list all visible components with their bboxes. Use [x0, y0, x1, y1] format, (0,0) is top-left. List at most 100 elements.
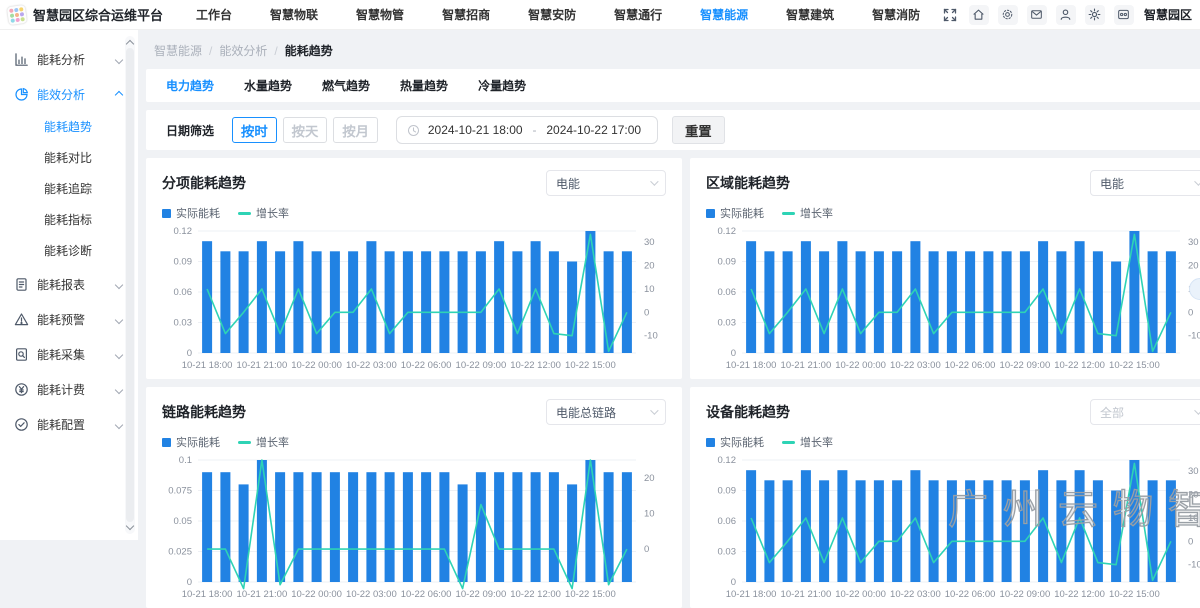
- legend-item-bar[interactable]: 实际能耗: [706, 434, 764, 450]
- nav-item-9[interactable]: 智慧消防: [853, 6, 939, 23]
- tab-4[interactable]: 热量趋势: [400, 77, 448, 94]
- chart-select[interactable]: 全部: [1090, 399, 1200, 425]
- tab-1[interactable]: 电力趋势: [166, 77, 214, 94]
- svg-text:20: 20: [644, 261, 655, 272]
- fullscreen-icon[interactable]: [940, 5, 960, 25]
- tab-5[interactable]: 冷量趋势: [478, 77, 526, 94]
- trend-type-tabs: 电力趋势 水量趋势 燃气趋势 热量趋势 冷量趋势: [146, 69, 1200, 102]
- tab-2[interactable]: 水量趋势: [244, 77, 292, 94]
- svg-text:10-22 09:00: 10-22 09:00: [1000, 360, 1051, 371]
- chart-select[interactable]: 电能: [1090, 170, 1200, 196]
- date-filter-bar: 日期筛选 按时按天按月 2024-10-21 18:00 - 2024-10-2…: [146, 110, 1200, 150]
- chart-select[interactable]: 电能: [546, 170, 666, 196]
- sidebar-group-4[interactable]: 能耗预警: [0, 302, 138, 337]
- legend-item-line[interactable]: 增长率: [238, 205, 289, 221]
- app-logo-icon: [7, 4, 27, 24]
- sidebar-item-3[interactable]: 能耗追踪: [0, 174, 138, 205]
- chart-select-value: 全部: [1100, 404, 1124, 421]
- home-icon[interactable]: [969, 5, 989, 25]
- svg-text:10: 10: [1188, 513, 1199, 524]
- sidebar-group-label: 能耗分析: [37, 51, 85, 68]
- scroll-up-icon[interactable]: [126, 40, 134, 48]
- mail-icon[interactable]: [1027, 5, 1047, 25]
- svg-text:0.12: 0.12: [718, 226, 737, 237]
- breadcrumb-item-2[interactable]: 能效分析: [219, 44, 267, 58]
- legend-line-label: 增长率: [256, 205, 289, 221]
- scroll-down-icon[interactable]: [126, 522, 134, 530]
- chart-title: 设备能耗趋势: [706, 402, 790, 422]
- sidebar-group-5[interactable]: 能耗采集: [0, 337, 138, 372]
- legend-item-bar[interactable]: 实际能耗: [706, 205, 764, 221]
- svg-text:0.03: 0.03: [174, 318, 193, 329]
- nav-item-3[interactable]: 智慧物管: [337, 6, 423, 23]
- monitor-icon[interactable]: [1114, 5, 1134, 25]
- chart-select[interactable]: 电能总链路: [546, 399, 666, 425]
- chart-canvas: 00.030.060.090.123020100-1010-21 18:0010…: [706, 454, 1200, 604]
- sidebar-item-4[interactable]: 能耗指标: [0, 205, 138, 236]
- svg-text:10: 10: [644, 508, 655, 519]
- topbar-actions: [940, 5, 1134, 25]
- date-start-value[interactable]: 2024-10-21 18:00: [422, 123, 529, 137]
- breadcrumb-item-3: 能耗趋势: [285, 44, 333, 58]
- sidebar-scrollbar[interactable]: [125, 36, 135, 534]
- scrollbar-thumb[interactable]: [126, 48, 134, 522]
- date-range-input[interactable]: 2024-10-21 18:00 - 2024-10-22 17:00: [396, 116, 658, 144]
- chevron-down-icon: [115, 385, 123, 393]
- svg-text:0: 0: [731, 348, 736, 359]
- nav-item-6[interactable]: 智慧通行: [595, 6, 681, 23]
- nav-item-1[interactable]: 工作台: [177, 6, 251, 23]
- svg-text:0.06: 0.06: [718, 287, 737, 298]
- reset-button[interactable]: 重置: [672, 116, 725, 144]
- legend-item-bar[interactable]: 实际能耗: [162, 434, 220, 450]
- legend-line-marker: [238, 212, 251, 215]
- main-content: 智慧能源/能效分析/能耗趋势 电力趋势水量趋势燃气趋势热量趋势冷量趋势 日期筛选…: [138, 30, 1200, 540]
- chevron-down-icon: [115, 55, 123, 63]
- sidebar-group-label: 能效分析: [37, 86, 85, 103]
- legend-bar-marker: [706, 209, 715, 218]
- svg-text:0.03: 0.03: [718, 547, 737, 558]
- nav-item-4[interactable]: 智慧招商: [423, 6, 509, 23]
- mode-button-3[interactable]: 按月: [333, 117, 378, 143]
- legend-line-label: 增长率: [800, 434, 833, 450]
- legend-item-line[interactable]: 增长率: [238, 434, 289, 450]
- top-bar: 智慧园区综合运维平台 工作台智慧物联智慧物管智慧招商智慧安防智慧通行智慧能源智慧…: [0, 0, 1200, 30]
- user-icon[interactable]: [1056, 5, 1076, 25]
- breadcrumb-item-1[interactable]: 智慧能源: [154, 44, 202, 58]
- svg-text:10-22 09:00: 10-22 09:00: [456, 589, 507, 600]
- medal-icon[interactable]: [998, 5, 1018, 25]
- user-name[interactable]: 智慧园区: [1144, 6, 1192, 23]
- sidebar: 能耗分析能效分析能耗趋势能耗对比能耗追踪能耗指标能耗诊断能耗报表能耗预警能耗采集…: [0, 30, 138, 540]
- mode-button-2[interactable]: 按天: [283, 117, 328, 143]
- svg-text:10-22 15:00: 10-22 15:00: [565, 360, 616, 371]
- tab-3[interactable]: 燃气趋势: [322, 77, 370, 94]
- svg-text:10-22 06:00: 10-22 06:00: [401, 360, 452, 371]
- legend-item-line[interactable]: 增长率: [782, 434, 833, 450]
- sidebar-group-6[interactable]: 能耗计费: [0, 372, 138, 407]
- svg-text:10: 10: [644, 284, 655, 295]
- chart-select-value: 电能: [556, 175, 580, 192]
- svg-text:10-21 21:00: 10-21 21:00: [237, 360, 288, 371]
- sidebar-group-label: 能耗配置: [37, 416, 85, 433]
- chart-title: 分项能耗趋势: [162, 173, 246, 193]
- sidebar-group-3[interactable]: 能耗报表: [0, 267, 138, 302]
- settings-icon[interactable]: [1085, 5, 1105, 25]
- sidebar-item-1[interactable]: 能耗趋势: [0, 112, 138, 143]
- svg-text:10-22 12:00: 10-22 12:00: [510, 589, 561, 600]
- sidebar-item-5[interactable]: 能耗诊断: [0, 236, 138, 267]
- nav-item-5[interactable]: 智慧安防: [509, 6, 595, 23]
- nav-item-2[interactable]: 智慧物联: [251, 6, 337, 23]
- sidebar-group-2[interactable]: 能效分析: [0, 77, 138, 112]
- legend-item-line[interactable]: 增长率: [782, 205, 833, 221]
- date-end-value[interactable]: 2024-10-22 17:00: [540, 123, 647, 137]
- svg-text:10-22 00:00: 10-22 00:00: [291, 360, 342, 371]
- sidebar-item-2[interactable]: 能耗对比: [0, 143, 138, 174]
- sidebar-group-1[interactable]: 能耗分析: [0, 42, 138, 77]
- nav-item-8[interactable]: 智慧建筑: [767, 6, 853, 23]
- mode-button-1[interactable]: 按时: [232, 117, 277, 143]
- legend-bar-label: 实际能耗: [720, 434, 764, 450]
- nav-item-7[interactable]: 智慧能源: [681, 6, 767, 23]
- legend-item-bar[interactable]: 实际能耗: [162, 205, 220, 221]
- sidebar-group-7[interactable]: 能耗配置: [0, 407, 138, 442]
- legend-line-marker: [238, 441, 251, 444]
- report-icon: [14, 277, 29, 292]
